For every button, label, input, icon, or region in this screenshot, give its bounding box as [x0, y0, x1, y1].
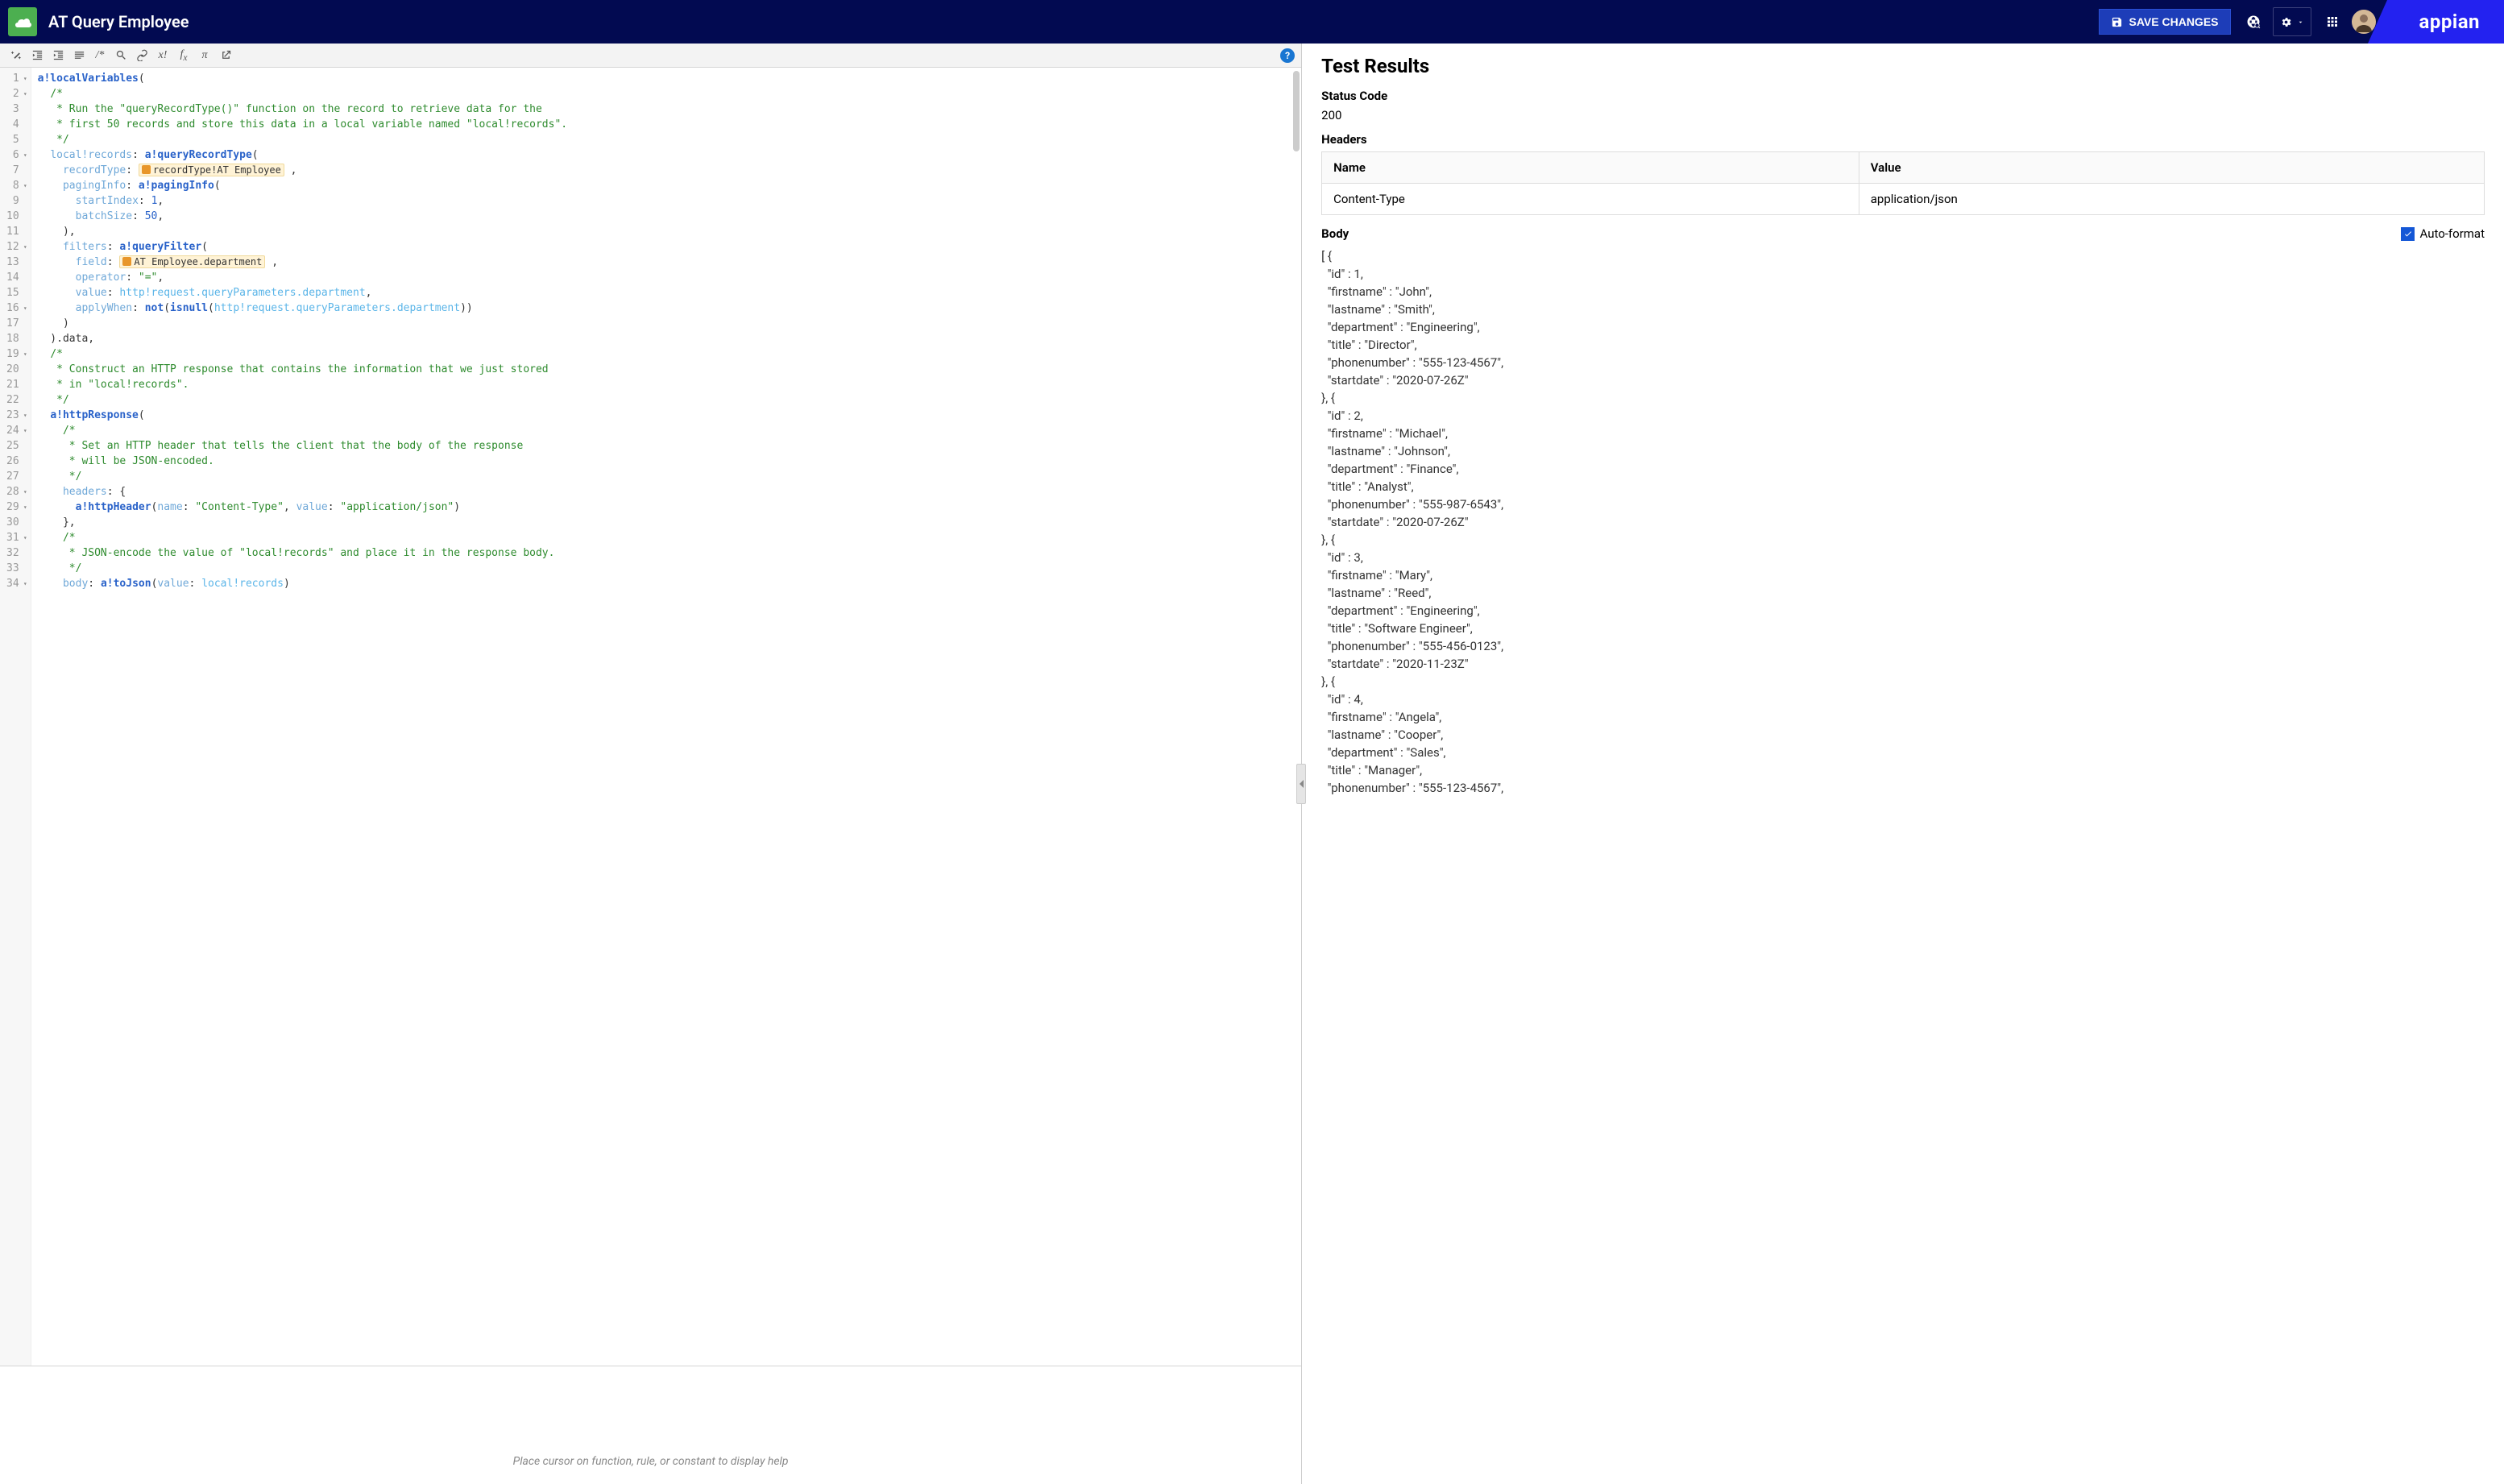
export-icon[interactable] [216, 46, 235, 65]
response-body: [ { "id" : 1, "firstname" : "John", "las… [1321, 247, 2485, 797]
format-icon[interactable] [69, 46, 89, 65]
comment-icon[interactable]: /* [90, 46, 110, 65]
status-code-label: Status Code [1321, 89, 2485, 103]
pane-splitter[interactable] [1296, 764, 1306, 804]
magic-wand-icon[interactable] [6, 46, 26, 65]
results-title: Test Results [1321, 55, 2485, 77]
editor-hint: Place cursor on function, rule, or const… [0, 1366, 1301, 1484]
chevron-down-icon [2297, 19, 2304, 26]
status-code-value: 200 [1321, 108, 2485, 122]
app-header: AT Query Employee SAVE CHANGES appian [0, 0, 2504, 44]
save-changes-button[interactable]: SAVE CHANGES [2099, 9, 2231, 35]
outdent-icon[interactable] [27, 46, 47, 65]
editor-scrollbar[interactable] [1293, 71, 1300, 151]
page-title: AT Query Employee [48, 12, 189, 31]
app-logo-icon [8, 7, 37, 36]
indent-icon[interactable] [48, 46, 68, 65]
code-editor[interactable]: 1▾2▾3456▾78▾9101112▾13141516▾171819▾2021… [0, 68, 1301, 1366]
link-icon[interactable] [132, 46, 151, 65]
brand-text: appian [2419, 10, 2481, 33]
autoformat-label: Auto-format [2419, 226, 2485, 241]
function-fx-icon[interactable]: fx [174, 46, 193, 65]
editor-pane: /* x! fx π ? 1▾2▾3456▾78▾9101112▾1314151… [0, 44, 1302, 1484]
checkbox-checked-icon [2401, 227, 2415, 241]
headers-label: Headers [1321, 132, 2485, 147]
save-icon [2111, 16, 2123, 28]
table-row: Content-Typeapplication/json [1322, 184, 2485, 215]
help-icon[interactable]: ? [1280, 48, 1295, 63]
editor-toolbar: /* x! fx π ? [0, 44, 1301, 68]
body-label: Body [1321, 226, 1349, 241]
search-icon[interactable] [111, 46, 131, 65]
results-pane: Test Results Status Code 200 Headers Nam… [1302, 44, 2504, 1484]
save-button-label: SAVE CHANGES [2129, 15, 2219, 28]
headers-table: Name Value Content-Typeapplication/json [1321, 151, 2485, 215]
brand-logo: appian [2387, 0, 2504, 44]
variable-x-icon[interactable]: x! [153, 46, 172, 65]
headers-col-name: Name [1322, 152, 1859, 184]
apps-grid-icon[interactable] [2318, 7, 2347, 36]
gear-icon [2280, 16, 2292, 28]
autoformat-checkbox[interactable]: Auto-format [2401, 226, 2485, 241]
headers-col-value: Value [1859, 152, 2484, 184]
settings-dropdown[interactable] [2273, 7, 2311, 36]
pi-icon[interactable]: π [195, 46, 214, 65]
search-global-icon[interactable] [2239, 7, 2268, 36]
